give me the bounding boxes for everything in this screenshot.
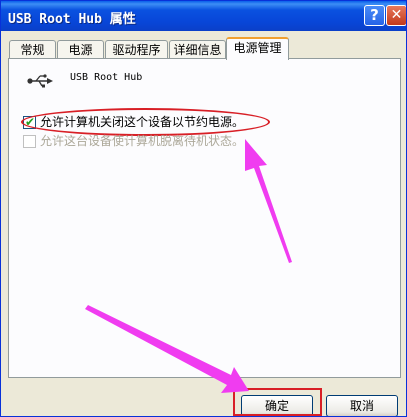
- close-button[interactable]: ✕: [386, 5, 406, 26]
- tab-power-management[interactable]: 电源管理: [226, 37, 289, 60]
- tab-details[interactable]: 详细信息: [169, 40, 226, 59]
- tab-general[interactable]: 常规: [9, 40, 56, 59]
- window-title: USB Root Hub 属性: [8, 12, 136, 27]
- usb-icon: [27, 74, 53, 88]
- help-button[interactable]: ?: [364, 5, 385, 26]
- device-name: USB Root Hub: [70, 72, 143, 83]
- power-management-panel: USB Root Hub ✔ 允许计算机关闭这个设备以节约电源。 允许这台设备使…: [8, 58, 401, 378]
- tab-power[interactable]: 电源: [57, 40, 104, 59]
- allow-wake-checkbox: [23, 135, 36, 148]
- allow-wake-label: 允许这台设备使计算机脱离待机状态。: [40, 134, 245, 148]
- properties-dialog: USB Root Hub 属性 ? ✕ 常规 电源 驱动程序 详细信息 电源管理…: [0, 0, 407, 417]
- cancel-button[interactable]: 取消: [326, 395, 398, 416]
- title-bar: USB Root Hub 属性 ? ✕: [1, 1, 406, 31]
- tab-driver[interactable]: 驱动程序: [105, 40, 168, 59]
- annotation-box: [233, 388, 322, 416]
- annotation-oval: [21, 108, 270, 136]
